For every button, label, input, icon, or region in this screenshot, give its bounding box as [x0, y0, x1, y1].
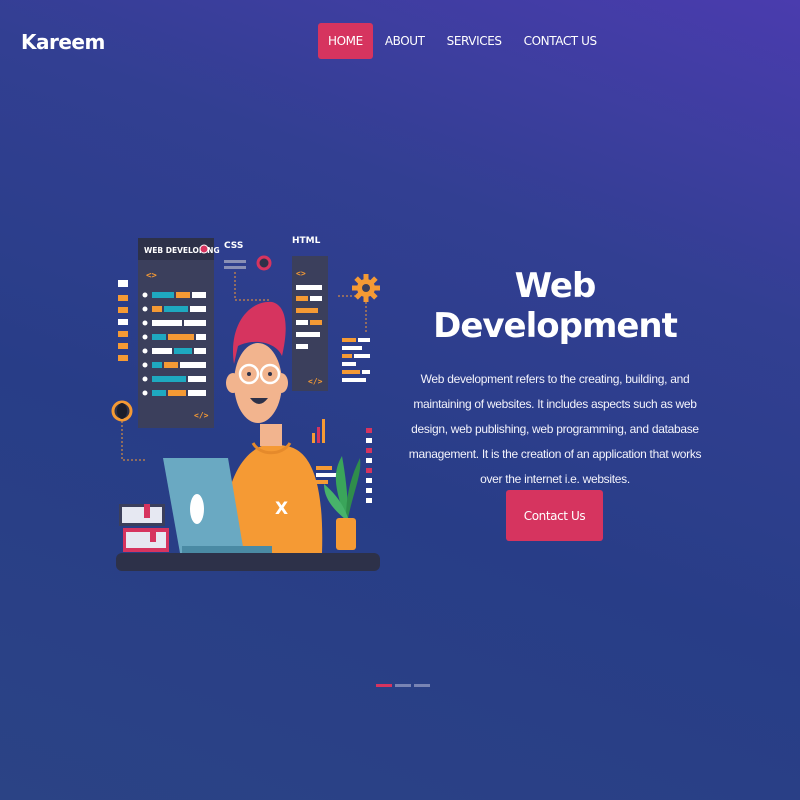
- carousel-indicator[interactable]: [376, 684, 392, 687]
- hero-title: Web Development: [433, 266, 678, 346]
- nav-contact-us[interactable]: CONTACT US: [514, 23, 607, 59]
- css-label: CSS: [224, 241, 243, 251]
- main-nav: HOME ABOUT SERVICES CONTACT US: [318, 23, 609, 59]
- svg-text:</>: </>: [308, 377, 323, 386]
- svg-text:<>: <>: [296, 269, 306, 278]
- close-tag-glyph: </>: [194, 411, 209, 420]
- carousel-indicator[interactable]: [395, 684, 411, 687]
- nav-about[interactable]: ABOUT: [375, 23, 435, 59]
- carousel-indicator[interactable]: [414, 684, 430, 687]
- code-glyph: <>: [146, 271, 157, 281]
- shirt-letter: X: [275, 499, 288, 519]
- hero-description: Web development refers to the creating, …: [408, 372, 702, 486]
- panel-title: WEB DEVELOPING: [144, 246, 220, 255]
- nav-services[interactable]: SERVICES: [437, 23, 512, 59]
- hero-text: Web Development Web development refers t…: [400, 266, 710, 492]
- carousel-indicators: [376, 684, 430, 687]
- html-label: HTML: [292, 236, 321, 246]
- brand-logo[interactable]: Kareem: [21, 30, 105, 54]
- web-developer-illustration: WEB DEVELOPING <> </> CSS HTML <> </> X: [111, 236, 380, 571]
- nav-home[interactable]: HOME: [318, 23, 373, 59]
- contact-us-button[interactable]: Contact Us: [506, 490, 603, 541]
